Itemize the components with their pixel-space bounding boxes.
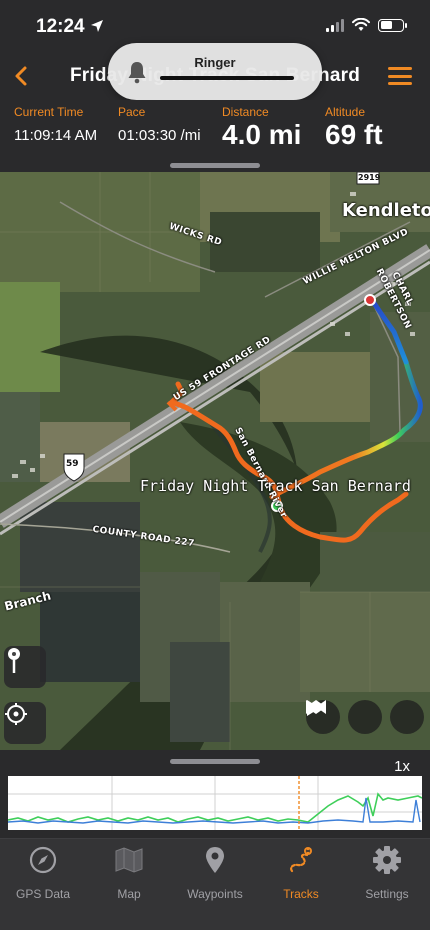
status-indicators: [326, 18, 407, 32]
stat-value: 4.0 mi: [222, 119, 302, 150]
stat-distance: Distance 4.0 mi: [222, 105, 301, 151]
track-start-marker: [364, 294, 376, 306]
satellite-map[interactable]: Kendleton WICKS RD WILLIE MELTON BLVD RO…: [0, 172, 430, 750]
stat-current-time: Current Time 11:09:14 AM: [14, 105, 97, 144]
hamburger-menu-icon[interactable]: [388, 67, 412, 85]
tab-waypoints[interactable]: Waypoints: [172, 845, 258, 901]
battery-icon: [378, 18, 407, 32]
stat-label: Pace: [118, 105, 146, 119]
elevation-panel: 1x: [0, 750, 430, 838]
fast-forward-icon: [306, 700, 326, 714]
tab-label: Tracks: [283, 887, 319, 901]
tab-label: GPS Data: [15, 887, 71, 901]
locate-me-button[interactable]: [4, 702, 46, 744]
stat-label: Distance: [222, 105, 269, 119]
elevation-drag-handle[interactable]: [170, 759, 260, 764]
fast-forward-button[interactable]: [306, 700, 424, 734]
stat-label: Current Time: [14, 105, 84, 119]
tab-label: Settings: [365, 887, 409, 901]
map-canvas: [0, 172, 430, 750]
ringer-label: Ringer: [194, 55, 236, 70]
pin-icon: [206, 847, 224, 873]
drop-pin-button[interactable]: [4, 646, 46, 688]
gear-icon: [373, 846, 401, 874]
playback-speed[interactable]: 1x: [394, 758, 410, 775]
tab-tracks[interactable]: Tracks: [258, 845, 344, 901]
ringer-hud: Ringer: [108, 43, 322, 100]
tab-bar: GPS Data Map Waypoints Tracks Settings: [0, 838, 430, 930]
map-place-label: Kendleton: [342, 200, 430, 221]
stat-label: Altitude: [325, 105, 366, 119]
location-arrow-icon: [91, 20, 103, 32]
tab-gps-data[interactable]: GPS Data: [0, 845, 86, 901]
cellular-signal-icon: [326, 18, 344, 32]
stat-value: 01:03:30 /mi: [118, 127, 201, 144]
stat-value: 69 ft: [325, 119, 383, 150]
playback-controls: [306, 700, 424, 734]
wifi-icon: [352, 18, 370, 31]
tab-settings[interactable]: Settings: [344, 845, 430, 901]
stat-value: 11:09:14 AM: [14, 127, 98, 144]
stat-pace: Pace 01:03:30 /mi: [118, 105, 201, 144]
tab-label: Map: [117, 887, 141, 901]
map-icon: [115, 847, 143, 873]
highway-number: 59: [66, 459, 79, 469]
compass-icon: [29, 846, 57, 874]
fm-road-number: 2919: [358, 173, 381, 182]
ringer-volume-bar: [160, 76, 294, 80]
tab-map[interactable]: Map: [86, 845, 172, 901]
elevation-speed-graph[interactable]: [8, 776, 422, 830]
stats-drag-handle[interactable]: [170, 163, 260, 168]
track-stats: Current Time 11:09:14 AM Pace 01:03:30 /…: [0, 100, 430, 172]
stat-altitude: Altitude 69 ft: [325, 105, 383, 151]
track-name-label[interactable]: Friday Night Track San Bernard: [140, 477, 411, 495]
status-time: 12:24: [36, 16, 85, 37]
pin-icon: [8, 648, 20, 673]
tracks-icon: [290, 847, 312, 873]
play-button[interactable]: [307, 700, 382, 734]
tab-label: Waypoints: [187, 887, 243, 901]
crosshair-icon: [5, 703, 27, 725]
